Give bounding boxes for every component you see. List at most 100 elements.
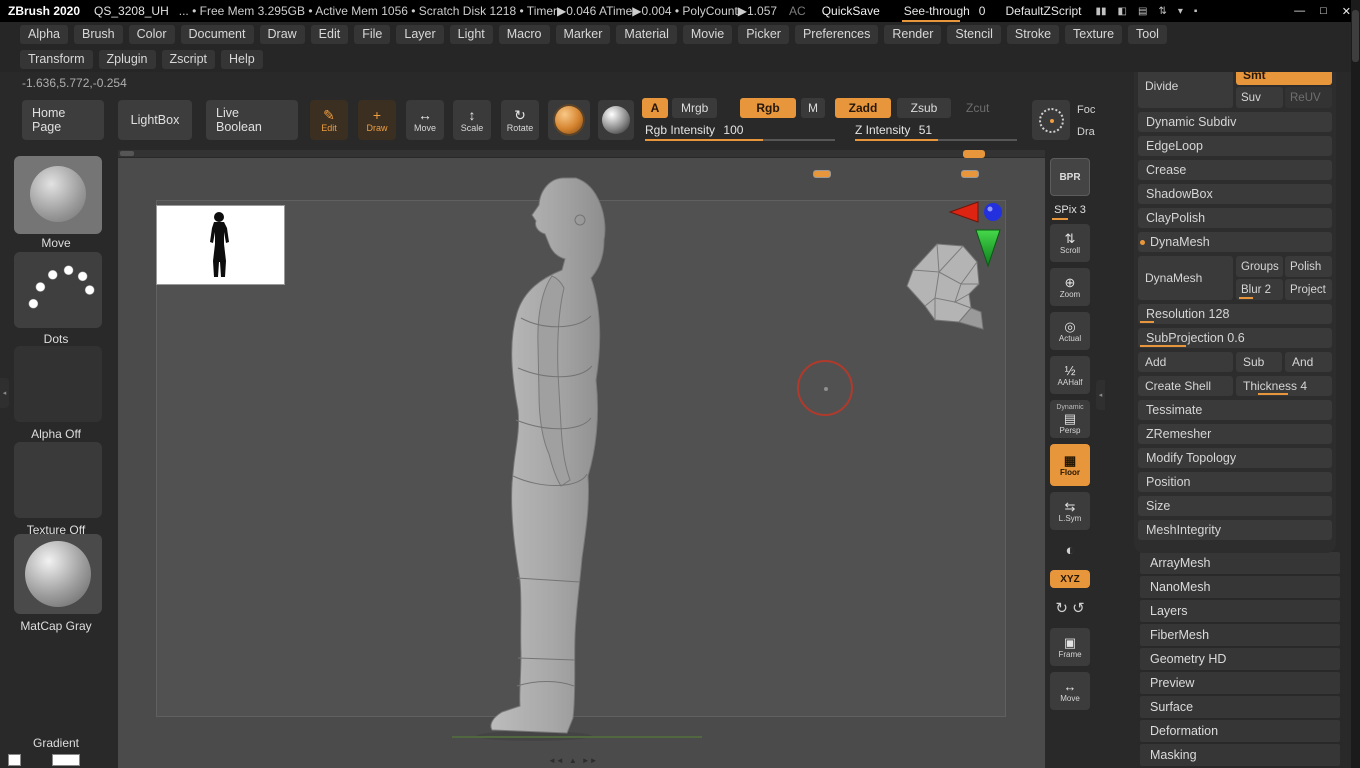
swap-view-icon[interactable]: ⇅: [1158, 6, 1166, 17]
menu-file[interactable]: File: [354, 25, 390, 44]
main-color-swatch[interactable]: [8, 754, 21, 766]
default-zscript-button[interactable]: DefaultZScript: [1005, 4, 1081, 18]
panel-item-crease[interactable]: Crease: [1138, 160, 1332, 180]
reuv-button[interactable]: ReUV: [1285, 87, 1332, 108]
shelf-aahalf[interactable]: ½AAHalf: [1050, 356, 1090, 394]
panel-item-meshintegrity[interactable]: MeshIntegrity: [1138, 520, 1332, 540]
project-toggle[interactable]: Project: [1285, 279, 1332, 300]
lightbox-button[interactable]: LightBox: [118, 100, 192, 140]
secondary-color-swatch[interactable]: [52, 754, 80, 766]
divider-bars-icon[interactable]: ◧: [1118, 6, 1127, 17]
nav-left-icon[interactable]: ◄◄: [548, 756, 564, 765]
draw-button[interactable]: + Draw: [358, 100, 396, 140]
zadd-toggle[interactable]: Zadd: [835, 98, 891, 118]
shelf-rotate-on-axis-icons[interactable]: ↻ ↺: [1050, 594, 1090, 622]
shelf-xyz[interactable]: XYZ: [1050, 570, 1090, 588]
a-toggle[interactable]: A: [642, 98, 668, 118]
live-boolean-button[interactable]: Live Boolean: [206, 100, 298, 140]
menu-color[interactable]: Color: [129, 25, 175, 44]
shelf-transparency-icon[interactable]: ◐: [1050, 536, 1090, 564]
menu-zplugin[interactable]: Zplugin: [99, 50, 156, 69]
create-shell-button[interactable]: Create Shell: [1138, 376, 1233, 396]
panel-item-size[interactable]: Size: [1138, 496, 1332, 516]
menu-tool[interactable]: Tool: [1128, 25, 1167, 44]
mrgb-toggle[interactable]: Mrgb: [672, 98, 717, 118]
panel-item-claypolish[interactable]: ClayPolish: [1138, 208, 1332, 228]
nav-right-icon[interactable]: ►►: [582, 756, 598, 765]
alpha-selector[interactable]: [14, 346, 102, 422]
rotate-button[interactable]: ↻ Rotate: [501, 100, 539, 140]
panel-item-shadowbox[interactable]: ShadowBox: [1138, 184, 1332, 204]
and-toggle[interactable]: And: [1285, 352, 1332, 372]
groups-toggle[interactable]: Groups: [1236, 256, 1283, 277]
quicksave-button[interactable]: QuickSave: [822, 4, 880, 18]
canvas-nav-arrows[interactable]: ◄◄ ▲ ►►: [548, 756, 598, 765]
axis-gizmo[interactable]: [948, 200, 1012, 268]
menu-preferences[interactable]: Preferences: [795, 25, 878, 44]
subpalette-geometry-hd[interactable]: Geometry HD: [1140, 648, 1340, 670]
menu-toggle-icon[interactable]: ▾: [1178, 6, 1183, 17]
menu-zscript[interactable]: Zscript: [162, 50, 216, 69]
menu-movie[interactable]: Movie: [683, 25, 732, 44]
subpalette-fibermesh[interactable]: FiberMesh: [1140, 624, 1340, 646]
maximize-button[interactable]: □: [1320, 5, 1327, 18]
dynamesh-button[interactable]: DynaMesh: [1138, 256, 1233, 300]
minimize-button[interactable]: —: [1294, 5, 1305, 18]
current-material-button[interactable]: [548, 100, 590, 140]
move-button[interactable]: ↔ Move: [406, 100, 444, 140]
dynamesh-section-header[interactable]: DynaMesh: [1138, 232, 1332, 252]
shelf-spix-3[interactable]: SPix 3: [1050, 202, 1090, 218]
edit-button[interactable]: ✎ Edit: [310, 100, 348, 140]
shelf-frame[interactable]: ▣Frame: [1050, 628, 1090, 666]
menu-draw[interactable]: Draw: [260, 25, 305, 44]
subpalette-masking[interactable]: Masking: [1140, 744, 1340, 766]
rgb-intensity-slider[interactable]: Rgb Intensity 100: [645, 123, 835, 143]
shelf-l-sym[interactable]: ⇆L.Sym: [1050, 492, 1090, 530]
subpalette-deformation[interactable]: Deformation: [1140, 720, 1340, 742]
z-intensity-slider[interactable]: Z Intensity 51: [855, 123, 1017, 143]
zcut-toggle[interactable]: Zcut: [957, 98, 998, 118]
matcap-material-button[interactable]: [598, 100, 634, 140]
menu-stencil[interactable]: Stencil: [947, 25, 1001, 44]
brush-selector[interactable]: [14, 156, 102, 234]
thickness-slider[interactable]: Thickness 4: [1236, 376, 1332, 396]
menu-render[interactable]: Render: [884, 25, 941, 44]
see-through-slider[interactable]: See-through: [904, 4, 970, 18]
right-tray-collapse-handle[interactable]: ◂: [1096, 380, 1105, 410]
interface-layout-icon[interactable]: ▮▮: [1096, 6, 1107, 17]
resolution-slider[interactable]: Resolution 128: [1138, 304, 1332, 324]
z-intensity-sub-thumb[interactable]: [963, 150, 985, 158]
slider-thumb[interactable]: [961, 170, 979, 178]
rgb-toggle[interactable]: Rgb: [740, 98, 796, 118]
panel-item-tessimate[interactable]: Tessimate: [1138, 400, 1332, 420]
m-toggle[interactable]: M: [801, 98, 825, 118]
scale-button[interactable]: ↕ Scale: [453, 100, 491, 140]
scrollbar-handle[interactable]: [1352, 10, 1359, 62]
subprojection-slider[interactable]: SubProjection 0.6: [1138, 328, 1332, 348]
slider-track[interactable]: [855, 139, 1017, 141]
material-selector[interactable]: [14, 534, 102, 614]
slider-track[interactable]: [645, 139, 835, 141]
polish-toggle[interactable]: Polish: [1285, 256, 1332, 277]
menu-help[interactable]: Help: [221, 50, 263, 69]
left-tray-collapse-handle[interactable]: ◂: [0, 378, 9, 408]
suv-toggle[interactable]: Suv: [1236, 87, 1283, 108]
home-page-button[interactable]: Home Page: [22, 100, 104, 140]
stroke-selector[interactable]: [14, 252, 102, 328]
menu-light[interactable]: Light: [450, 25, 493, 44]
texture-selector[interactable]: [14, 442, 102, 518]
panel-item-dynamic-subdiv[interactable]: Dynamic Subdiv: [1138, 112, 1332, 132]
zsub-toggle[interactable]: Zsub: [897, 98, 951, 118]
menu-transform[interactable]: Transform: [20, 50, 93, 69]
slider-thumb[interactable]: [813, 170, 831, 178]
panel-item-edgeloop[interactable]: EdgeLoop: [1138, 136, 1332, 156]
menu-marker[interactable]: Marker: [556, 25, 611, 44]
blur-slider[interactable]: Blur 2: [1236, 279, 1283, 300]
window-vertical-scrollbar[interactable]: [1351, 0, 1360, 768]
subpalette-preview[interactable]: Preview: [1140, 672, 1340, 694]
menu-document[interactable]: Document: [181, 25, 254, 44]
panel-item-position[interactable]: Position: [1138, 472, 1332, 492]
shelf-persp[interactable]: Dynamic▤Persp: [1050, 400, 1090, 438]
shelf-move[interactable]: ↔Move: [1050, 672, 1090, 710]
menu-edit[interactable]: Edit: [311, 25, 349, 44]
